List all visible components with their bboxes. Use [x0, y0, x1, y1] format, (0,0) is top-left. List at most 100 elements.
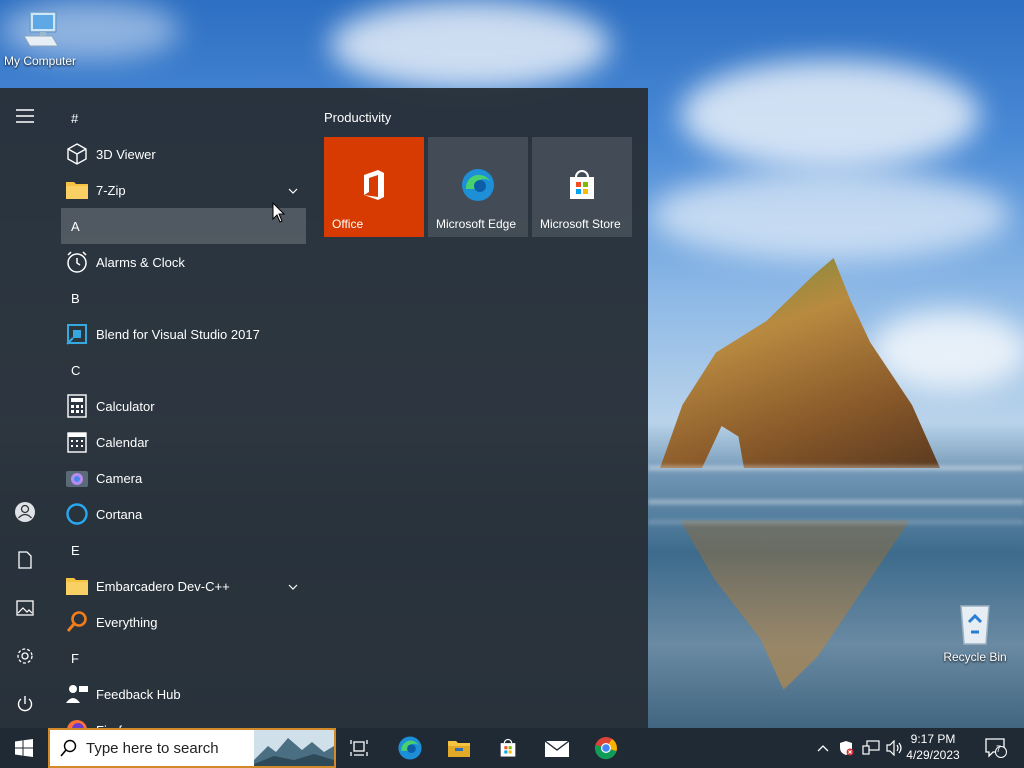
app-list: #3D Viewer 7-Zip A Alarms & Clock B Blend for…	[61, 100, 306, 728]
letter-label: E	[71, 542, 80, 558]
tile-label: Microsoft Store	[540, 217, 621, 231]
calculator-icon	[63, 392, 91, 420]
cortana-icon	[63, 500, 91, 528]
security-tray-button[interactable]	[836, 728, 856, 768]
firefox-icon	[63, 716, 91, 728]
tile-microsoft-edge[interactable]: Microsoft Edge	[428, 137, 528, 237]
app-list-item[interactable]: 3D Viewer	[61, 136, 306, 172]
store-icon	[500, 738, 516, 757]
tile-office[interactable]: Office	[324, 137, 424, 237]
show-hidden-icons-button[interactable]	[813, 728, 833, 768]
expand-chevron[interactable]	[288, 182, 298, 197]
app-list-item[interactable]: Cortana	[61, 496, 306, 532]
taskbar-chrome-button[interactable]	[586, 728, 626, 768]
expand-menu-button[interactable]	[5, 96, 45, 136]
security-shield-icon	[840, 741, 854, 756]
taskbar-edge-button[interactable]	[390, 728, 430, 768]
calendar-icon	[63, 428, 91, 456]
app-list-item[interactable]: Firefox	[61, 712, 306, 728]
pictures-button[interactable]	[5, 588, 45, 628]
app-list-item[interactable]: Calendar	[61, 424, 306, 460]
app-label: 3D Viewer	[96, 146, 156, 162]
power-icon	[17, 696, 33, 712]
folder-icon	[63, 572, 91, 600]
store-icon	[570, 170, 594, 199]
app-list-item[interactable]: 7-Zip	[61, 172, 306, 208]
app-list-item[interactable]: Embarcadero Dev-C++	[61, 568, 306, 604]
start-menu: #3D Viewer 7-Zip A Alarms & Clock B Blend for…	[0, 88, 648, 728]
search-icon	[60, 739, 77, 757]
app-list-item[interactable]: Feedback Hub	[61, 676, 306, 712]
app-list-item[interactable]: Camera	[61, 460, 306, 496]
app-list-letter-header[interactable]: #	[61, 100, 306, 136]
letter-label: F	[71, 650, 79, 666]
app-label: Everything	[96, 614, 158, 630]
task-view-icon	[350, 740, 368, 756]
taskbar: 9:17 PM 4/29/2023 7	[0, 728, 1024, 768]
magnifier-icon	[63, 608, 91, 636]
clock-time: 9:17 PM	[910, 732, 956, 746]
chrome-icon	[594, 737, 617, 760]
network-tray-button[interactable]	[860, 728, 882, 768]
blend-icon	[63, 320, 91, 348]
app-list-item[interactable]: Alarms & Clock	[61, 244, 306, 280]
notification-count-badge: 7	[996, 744, 1002, 754]
settings-icon	[17, 648, 33, 664]
mail-icon	[544, 740, 570, 757]
user-icon	[15, 502, 35, 522]
taskbar-file-explorer-button[interactable]	[439, 728, 479, 768]
mouse-cursor-icon	[272, 202, 286, 223]
search-highlight-image-icon	[254, 730, 334, 766]
taskbar-mail-button[interactable]	[537, 728, 577, 768]
taskbar-clock[interactable]: 9:17 PM 4/29/2023	[898, 731, 968, 763]
folder-icon	[63, 176, 91, 204]
desktop-icon-label: Recycle Bin	[943, 650, 1007, 664]
windows-logo-icon	[15, 739, 33, 757]
tile-microsoft-store[interactable]: Microsoft Store	[532, 137, 632, 237]
camera-icon	[63, 464, 91, 492]
taskbar-store-button[interactable]	[488, 728, 528, 768]
action-center-button[interactable]: 7	[978, 728, 1014, 768]
documents-icon	[18, 551, 32, 569]
search-input[interactable]	[86, 739, 246, 757]
app-list-letter-header[interactable]: B	[61, 280, 306, 316]
desktop-icon-recycle-bin[interactable]: Recycle Bin	[935, 602, 1015, 664]
desktop-icon-label: My Computer	[3, 54, 77, 68]
clock-date: 4/29/2023	[906, 748, 960, 762]
app-label: Calendar	[96, 434, 149, 450]
alarm-clock-icon	[63, 248, 91, 276]
app-list-letter-header[interactable]: E	[61, 532, 306, 568]
edge-icon	[398, 736, 422, 760]
app-label: Alarms & Clock	[96, 254, 185, 270]
letter-label: B	[71, 290, 80, 306]
expand-chevron[interactable]	[288, 578, 298, 593]
app-list-item[interactable]: Blend for Visual Studio 2017	[61, 316, 306, 352]
network-icon	[862, 740, 880, 755]
app-list-letter-header[interactable]: A	[61, 208, 306, 244]
settings-button[interactable]	[5, 636, 45, 676]
documents-button[interactable]	[5, 540, 45, 580]
pictures-icon	[16, 600, 34, 616]
edge-icon	[462, 169, 494, 201]
app-label: Blend for Visual Studio 2017	[96, 326, 260, 342]
letter-label: C	[71, 362, 81, 378]
app-label: Camera	[96, 470, 143, 486]
app-list-item[interactable]: Calculator	[61, 388, 306, 424]
power-button[interactable]	[5, 684, 45, 724]
task-view-button[interactable]	[340, 728, 380, 768]
file-explorer-icon	[448, 741, 470, 757]
user-account-button[interactable]	[5, 492, 45, 532]
desktop-icon-my-computer[interactable]: My Computer	[0, 10, 80, 68]
office-icon	[364, 170, 384, 200]
app-label: Cortana	[96, 506, 143, 522]
letter-label: A	[71, 218, 80, 234]
app-label: Feedback Hub	[96, 686, 181, 702]
start-button[interactable]	[0, 728, 48, 768]
app-list-letter-header[interactable]: F	[61, 640, 306, 676]
app-label: Embarcadero Dev-C++	[96, 578, 230, 594]
chevron-down-icon	[288, 188, 298, 194]
taskbar-search-box[interactable]	[48, 728, 336, 768]
app-list-item[interactable]: Everything	[61, 604, 306, 640]
app-list-letter-header[interactable]: C	[61, 352, 306, 388]
app-label: 7-Zip	[96, 182, 126, 198]
